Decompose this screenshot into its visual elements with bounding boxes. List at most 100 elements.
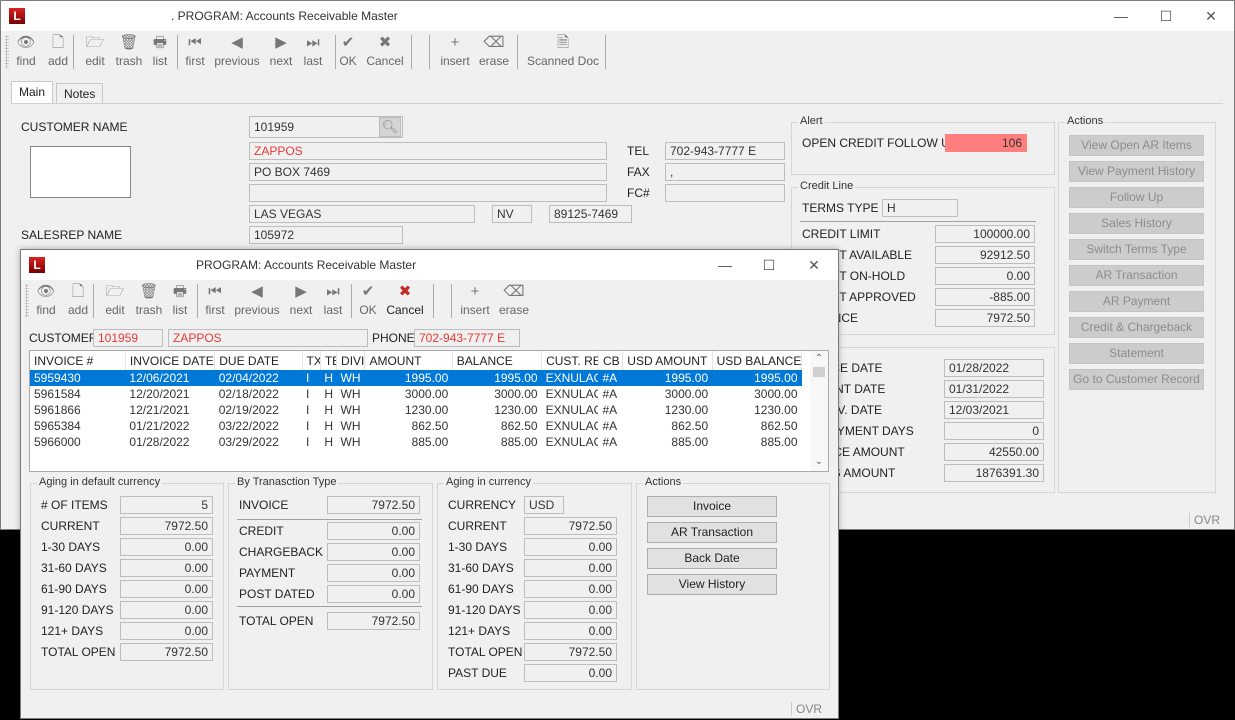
trash-button[interactable]: 🗑 trash <box>113 33 145 68</box>
search-icon[interactable]: 🔍︎ <box>379 117 401 137</box>
by-type-total-value[interactable]: 7972.50 <box>327 612 420 630</box>
add-button[interactable]: 🗋 add <box>65 282 91 317</box>
column-header[interactable]: TE <box>320 351 338 370</box>
erase-button[interactable]: ⌫ erase <box>497 282 531 317</box>
address1-field[interactable]: PO BOX 7469 <box>249 163 607 181</box>
aging-currency-value[interactable]: 0.00 <box>524 664 617 682</box>
customer-name-field[interactable]: ZAPPOS <box>168 329 368 347</box>
scanned-doc-button[interactable]: 🗎 Scanned Doc <box>523 33 603 68</box>
table-row[interactable]: 5966000 01/28/2022 03/29/2022 I H WH 885.00 885… <box>30 434 802 450</box>
next-button[interactable]: ▶ next <box>287 282 315 317</box>
table-row[interactable]: 5961866 12/21/2021 02/19/2022 I H WH 1230.00 12… <box>30 402 802 418</box>
scroll-up-icon[interactable]: ⌃ <box>810 351 828 367</box>
minimize-button[interactable]: — <box>715 255 735 275</box>
credit-line-value[interactable]: -885.00 <box>935 288 1035 306</box>
tel-field[interactable]: 702-943-7777 E <box>665 142 785 160</box>
scroll-thumb[interactable] <box>813 367 825 377</box>
customer-id-field[interactable]: 101959 <box>93 329 163 347</box>
credit-line-value[interactable]: 0.00 <box>935 267 1035 285</box>
list-button[interactable]: 🖶 list <box>169 282 191 317</box>
zip-field[interactable]: 89125-7469 <box>549 205 632 223</box>
city-field[interactable]: LAS VEGAS <box>249 205 475 223</box>
insert-button[interactable]: + insert <box>437 33 473 68</box>
close-button[interactable]: ✕ <box>1201 6 1221 26</box>
column-header[interactable]: DIVI <box>336 351 366 370</box>
insert-button[interactable]: + insert <box>457 282 493 317</box>
next-button[interactable]: ▶ next <box>267 33 295 68</box>
table-row[interactable]: 5961584 12/20/2021 02/18/2022 I H WH 3000.00 30… <box>30 386 802 402</box>
statistics-value[interactable]: 01/28/2022 <box>944 359 1044 377</box>
credit-line-value[interactable]: 92912.50 <box>935 246 1035 264</box>
tab-main[interactable]: Main <box>11 81 54 104</box>
fc-field[interactable] <box>665 184 785 202</box>
cancel-button[interactable]: ✖ Cancel <box>365 33 405 68</box>
back-date-button[interactable]: Back Date <box>647 548 777 569</box>
toolbar-grip[interactable] <box>5 35 9 69</box>
view-open-ar-items-button[interactable]: View Open AR Items <box>1069 135 1204 156</box>
aging-currency-value[interactable]: 0.00 <box>524 580 617 598</box>
statement-button[interactable]: Statement <box>1069 343 1204 364</box>
phone-field[interactable]: 702-943-7777 E <box>414 329 520 347</box>
aging-currency-value[interactable]: 7972.50 <box>524 643 617 661</box>
salesrep-field[interactable]: 105972 <box>249 226 403 244</box>
aging-currency-value[interactable]: 7972.50 <box>524 517 617 535</box>
maximize-button[interactable]: ☐ <box>1156 6 1176 26</box>
table-row[interactable]: 5959430 12/06/2021 02/04/2022 I H WH 1995.00 19… <box>30 370 802 386</box>
close-button[interactable]: ✕ <box>804 255 824 275</box>
column-header[interactable]: DUE DATE <box>214 351 303 370</box>
column-header[interactable]: INVOICE # <box>30 351 126 370</box>
statistics-value[interactable]: 01/31/2022 <box>944 380 1044 398</box>
find-button[interactable]: 👁 find <box>13 33 39 68</box>
statistics-value[interactable]: 42550.00 <box>944 443 1044 461</box>
previous-button[interactable]: ◀ previous <box>213 33 261 68</box>
aging-default-value[interactable]: 7972.50 <box>120 643 213 661</box>
state-field[interactable]: NV <box>492 205 532 223</box>
customer-name-field[interactable]: ZAPPOS <box>249 142 607 160</box>
ar-payment-button[interactable]: AR Payment <box>1069 291 1204 312</box>
by-type-value[interactable]: 0.00 <box>327 585 420 603</box>
view-payment-history-button[interactable]: View Payment History <box>1069 161 1204 182</box>
vertical-scrollbar[interactable]: ⌃ ⌄ <box>810 351 828 471</box>
terms-type-field[interactable]: H <box>882 199 958 217</box>
by-type-value[interactable]: 0.00 <box>327 543 420 561</box>
aging-default-value[interactable]: 0.00 <box>120 601 213 619</box>
aging-currency-value[interactable]: 0.00 <box>524 601 617 619</box>
statistics-value[interactable]: 1876391.30 <box>944 464 1044 482</box>
column-header[interactable]: USD BALANCE <box>712 351 803 370</box>
toolbar-grip[interactable] <box>25 284 29 318</box>
address2-field[interactable] <box>249 184 607 202</box>
credit-chargeback-button[interactable]: Credit & Chargeback <box>1069 317 1204 338</box>
view-history-button[interactable]: View History <box>647 574 777 595</box>
first-button[interactable]: ⏮ first <box>183 33 207 68</box>
sales-history-button[interactable]: Sales History <box>1069 213 1204 234</box>
maximize-button[interactable]: ☐ <box>759 255 779 275</box>
invoice-button[interactable]: Invoice <box>647 496 777 517</box>
go-to-customer-record-button[interactable]: Go to Customer Record <box>1069 369 1204 390</box>
currency-field[interactable]: USD <box>524 496 564 514</box>
follow-up-button[interactable]: Follow Up <box>1069 187 1204 208</box>
column-header[interactable]: CB <box>598 351 624 370</box>
column-header[interactable]: USD AMOUNT <box>622 351 713 370</box>
aging-currency-value[interactable]: 0.00 <box>524 538 617 556</box>
last-button[interactable]: ⏭ last <box>321 282 345 317</box>
ok-button[interactable]: ✔ OK <box>357 282 379 317</box>
scroll-down-icon[interactable]: ⌄ <box>810 455 828 471</box>
invoice-grid[interactable]: INVOICE #INVOICE DATEDUE DATETXTEDIVIAMO… <box>29 350 829 472</box>
minimize-button[interactable]: — <box>1111 6 1131 26</box>
ar-transaction-button[interactable]: AR Transaction <box>647 522 777 543</box>
by-type-invoice-value[interactable]: 7972.50 <box>327 496 420 514</box>
open-credit-followup-value[interactable]: 106 <box>945 134 1027 152</box>
trash-button[interactable]: 🗑 trash <box>133 282 165 317</box>
aging-default-value[interactable]: 7972.50 <box>120 517 213 535</box>
statistics-value[interactable]: 0 <box>944 422 1044 440</box>
table-row[interactable]: 5965384 01/21/2022 03/22/2022 I H WH 862.50 862… <box>30 418 802 434</box>
list-button[interactable]: 🖶 list <box>149 33 171 68</box>
column-header[interactable]: AMOUNT <box>364 351 453 370</box>
by-type-value[interactable]: 0.00 <box>327 522 420 540</box>
statistics-value[interactable]: 12/03/2021 <box>944 401 1044 419</box>
find-button[interactable]: 👁 find <box>33 282 59 317</box>
ok-button[interactable]: ✔ OK <box>337 33 359 68</box>
column-header[interactable]: INVOICE DATE <box>125 351 216 370</box>
add-button[interactable]: 🗋 add <box>45 33 71 68</box>
column-header[interactable]: CUST. RE <box>541 351 599 370</box>
